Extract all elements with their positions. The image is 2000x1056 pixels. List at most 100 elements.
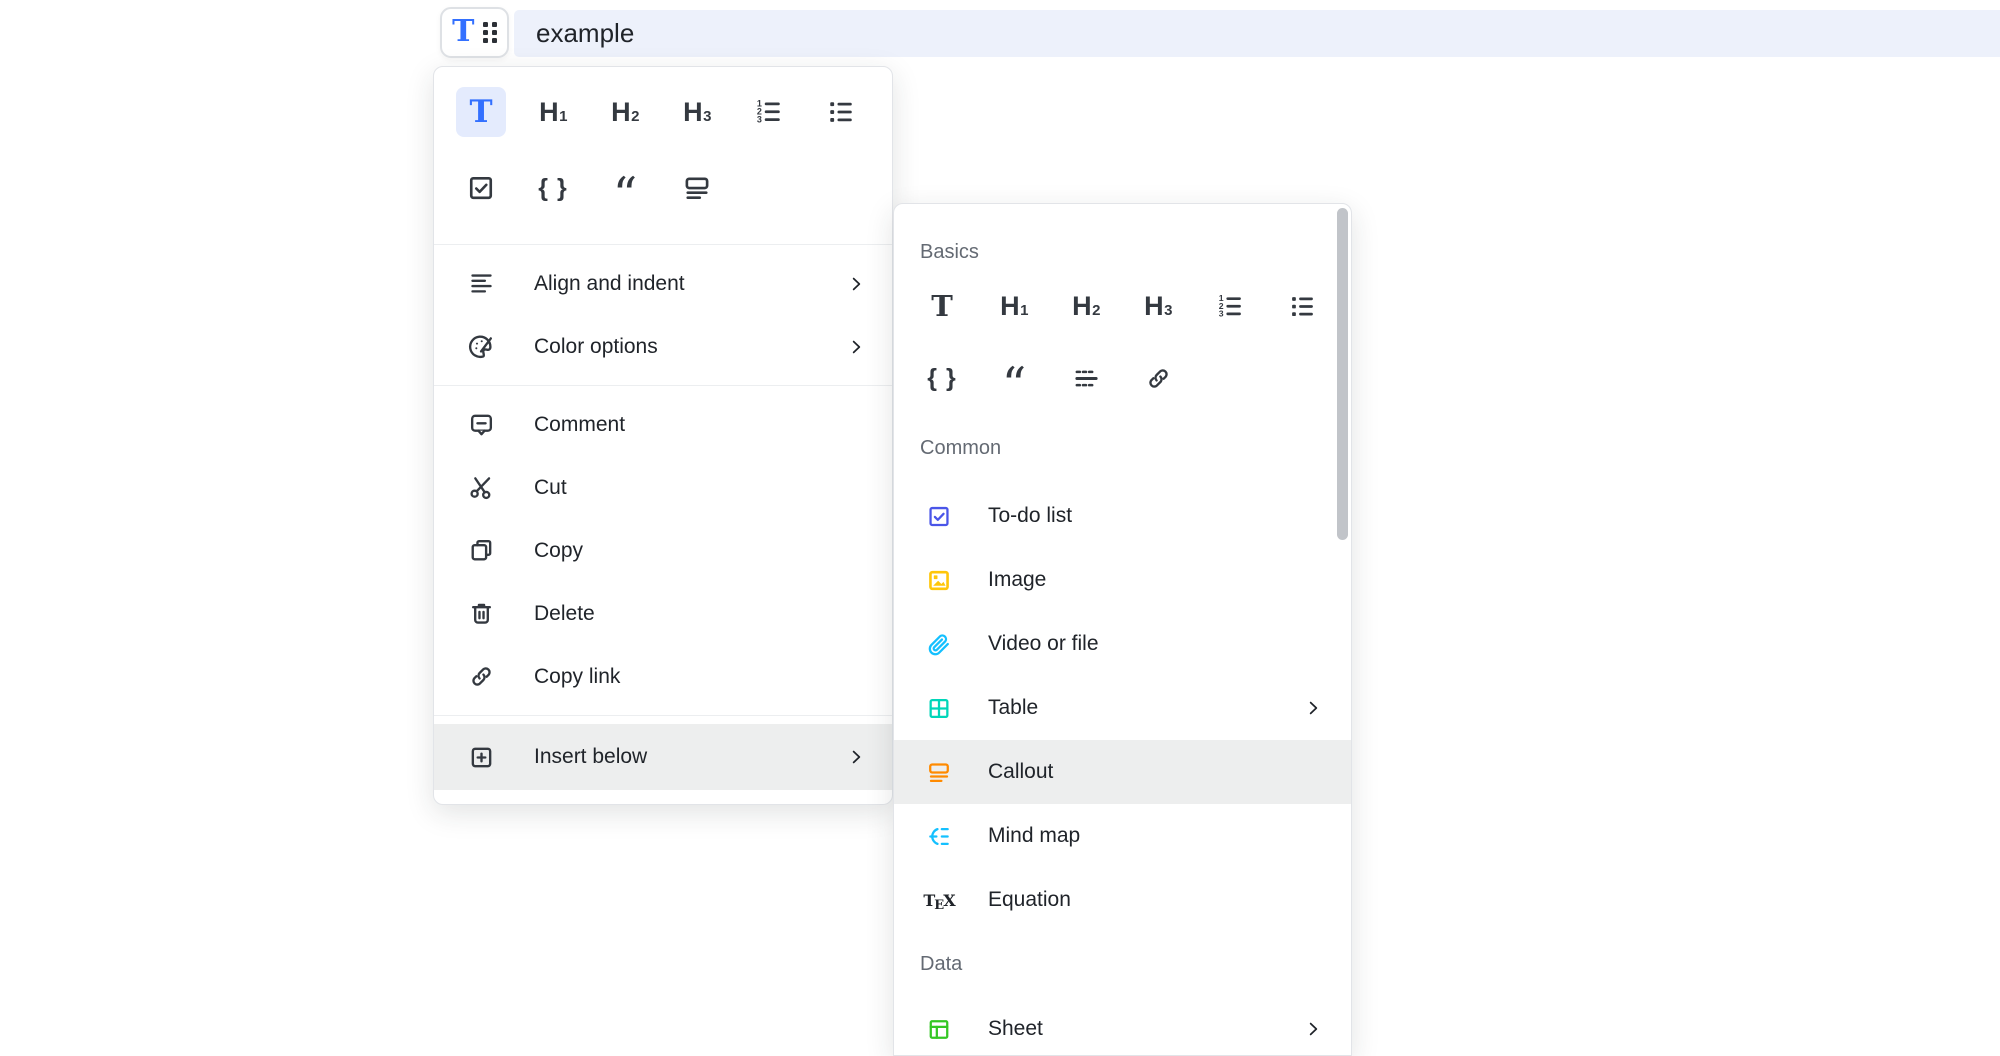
insert-item-table[interactable]: Table bbox=[894, 676, 1351, 740]
section-header-basics: Basics bbox=[894, 240, 1351, 264]
menu-item-label: Insert below bbox=[534, 745, 647, 769]
tile-bulleted-list[interactable] bbox=[816, 87, 866, 137]
heading-2-icon: H2 bbox=[1072, 291, 1100, 322]
menu-item-insert-below[interactable]: Insert below bbox=[434, 724, 892, 790]
code-braces-icon: { } bbox=[927, 364, 956, 393]
tex-equation-icon: TEX bbox=[926, 891, 952, 910]
insert-below-icon bbox=[462, 744, 500, 771]
text-style-icon: T bbox=[931, 292, 953, 321]
insert-tile-quote[interactable]: “ bbox=[990, 354, 1038, 402]
table-icon bbox=[926, 695, 952, 722]
callout-icon bbox=[682, 173, 712, 203]
svg-text:3: 3 bbox=[1218, 308, 1223, 318]
todo-checkbox-icon bbox=[926, 503, 952, 530]
insert-item-sheet[interactable]: Sheet bbox=[894, 997, 1351, 1056]
chevron-right-icon bbox=[846, 337, 866, 357]
insert-item-callout[interactable]: Callout bbox=[894, 740, 1351, 804]
menu-item-copy[interactable]: Copy bbox=[434, 519, 892, 582]
numbered-list-icon: 1 2 3 bbox=[1216, 292, 1245, 321]
insert-below-submenu: Basics T H1 H2 H3 1 2 3 bbox=[893, 203, 1352, 1056]
insert-tile-text[interactable]: T bbox=[918, 282, 966, 330]
callout-icon bbox=[926, 759, 952, 786]
insert-tile-heading-1[interactable]: H1 bbox=[990, 282, 1038, 330]
section-header-data: Data bbox=[894, 952, 1351, 976]
quote-icon: “ bbox=[613, 184, 638, 206]
menu-item-label: Align and indent bbox=[534, 272, 685, 296]
scrollbar-thumb[interactable] bbox=[1337, 208, 1348, 540]
editor-canvas: T example T H1 H2 H3 bbox=[0, 0, 2000, 1056]
insert-item-video-or-file[interactable]: Video or file bbox=[894, 612, 1351, 676]
insert-tile-bulleted-list[interactable] bbox=[1278, 282, 1326, 330]
insert-tile-numbered-list[interactable]: 1 2 3 bbox=[1206, 282, 1254, 330]
copy-icon bbox=[462, 537, 500, 564]
insert-item-label: Image bbox=[988, 568, 1046, 592]
image-icon bbox=[926, 567, 952, 594]
sheet-icon bbox=[926, 1016, 952, 1043]
menu-item-copy-link[interactable]: Copy link bbox=[434, 645, 892, 708]
chevron-right-icon bbox=[846, 274, 866, 294]
text-block-type-icon[interactable]: T bbox=[452, 17, 474, 47]
heading-1-icon: H1 bbox=[1000, 291, 1028, 322]
link-icon bbox=[462, 663, 500, 690]
checkbox-icon bbox=[466, 173, 496, 203]
menu-item-comment[interactable]: Comment bbox=[434, 393, 892, 456]
text-style-icon: T bbox=[469, 97, 492, 128]
menu-item-label: Copy bbox=[534, 539, 583, 563]
menu-item-label: Delete bbox=[534, 602, 595, 626]
tile-quote[interactable]: “ bbox=[600, 163, 650, 213]
insert-item-label: Mind map bbox=[988, 824, 1080, 848]
tile-callout[interactable] bbox=[672, 163, 722, 213]
heading-3-icon: H3 bbox=[1144, 291, 1172, 322]
bulleted-list-icon bbox=[1288, 292, 1317, 321]
link-icon bbox=[1145, 365, 1172, 392]
block-text[interactable]: example bbox=[536, 18, 634, 49]
chevron-right-icon bbox=[1303, 698, 1323, 718]
scissors-icon bbox=[462, 474, 500, 501]
insert-item-label: Video or file bbox=[988, 632, 1099, 656]
trash-icon bbox=[462, 600, 500, 627]
menu-item-color-options[interactable]: Color options bbox=[434, 315, 892, 378]
menu-item-delete[interactable]: Delete bbox=[434, 582, 892, 645]
tile-todo-list[interactable] bbox=[456, 163, 506, 213]
insert-item-equation[interactable]: TEX Equation bbox=[894, 868, 1351, 932]
quote-icon: “ bbox=[1002, 374, 1027, 396]
insert-item-image[interactable]: Image bbox=[894, 548, 1351, 612]
comment-icon bbox=[462, 411, 500, 438]
bulleted-list-icon bbox=[826, 97, 856, 127]
insert-tile-link[interactable] bbox=[1134, 354, 1182, 402]
menu-item-label: Cut bbox=[534, 476, 567, 500]
menu-item-align-and-indent[interactable]: Align and indent bbox=[434, 252, 892, 315]
heading-3-icon: H3 bbox=[683, 97, 711, 128]
code-braces-icon: { } bbox=[538, 174, 567, 203]
divider-icon bbox=[1072, 364, 1101, 393]
insert-tile-heading-2[interactable]: H2 bbox=[1062, 282, 1110, 330]
menu-item-label: Copy link bbox=[534, 665, 620, 689]
mind-map-icon bbox=[926, 823, 952, 850]
tile-code-block[interactable]: { } bbox=[528, 163, 578, 213]
align-indent-icon bbox=[462, 270, 500, 297]
insert-tile-code-block[interactable]: { } bbox=[918, 354, 966, 402]
insert-item-label: To-do list bbox=[988, 504, 1072, 528]
insert-item-label: Sheet bbox=[988, 1017, 1043, 1041]
heading-2-icon: H2 bbox=[611, 97, 639, 128]
menu-item-cut[interactable]: Cut bbox=[434, 456, 892, 519]
tile-numbered-list[interactable]: 1 2 3 bbox=[744, 87, 794, 137]
selected-text-block[interactable]: example bbox=[514, 10, 2000, 57]
insert-tile-divider[interactable] bbox=[1062, 354, 1110, 402]
svg-text:3: 3 bbox=[757, 114, 762, 124]
tile-heading-1[interactable]: H1 bbox=[528, 87, 578, 137]
paperclip-icon bbox=[926, 631, 952, 658]
section-header-common: Common bbox=[894, 436, 1351, 460]
tile-heading-2[interactable]: H2 bbox=[600, 87, 650, 137]
chevron-right-icon bbox=[1303, 1019, 1323, 1039]
numbered-list-icon: 1 2 3 bbox=[754, 97, 784, 127]
block-style-grid: T H1 H2 H3 1 2 3 bbox=[434, 67, 892, 244]
tile-heading-3[interactable]: H3 bbox=[672, 87, 722, 137]
insert-item-mind-map[interactable]: Mind map bbox=[894, 804, 1351, 868]
block-handle[interactable]: T bbox=[440, 7, 509, 58]
drag-handle-icon[interactable] bbox=[483, 22, 497, 43]
insert-item-label: Callout bbox=[988, 760, 1053, 784]
insert-tile-heading-3[interactable]: H3 bbox=[1134, 282, 1182, 330]
tile-text[interactable]: T bbox=[456, 87, 506, 137]
insert-item-todo-list[interactable]: To-do list bbox=[894, 484, 1351, 548]
